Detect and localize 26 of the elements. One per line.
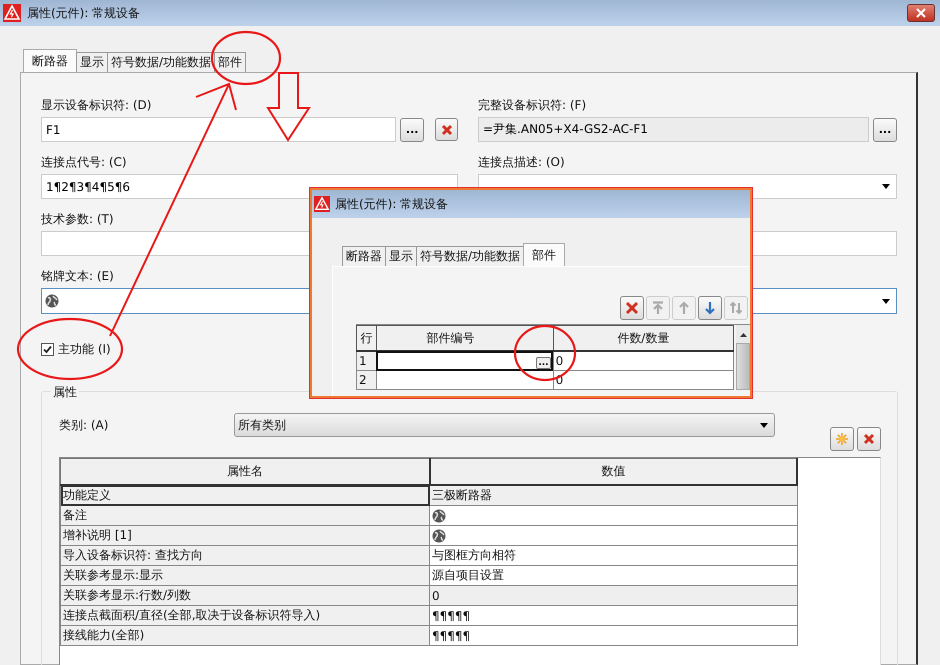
table-cell: 增补说明 [1] bbox=[60, 526, 430, 546]
table-cell: 关联参考显示:行数/列数 bbox=[60, 586, 430, 606]
table-cell: 源自项目设置 bbox=[430, 566, 797, 586]
field-label: 技术参数: (T) bbox=[41, 211, 115, 225]
table-cell: 功能定义 bbox=[60, 485, 430, 506]
table-cell: 接线能力(全部) bbox=[60, 626, 430, 646]
field-label: 连接点描述: (O) bbox=[478, 154, 566, 168]
table-cell: 关联参考显示:显示 bbox=[60, 566, 430, 586]
table-cell: 备注 bbox=[60, 506, 430, 526]
table-cell: 0 bbox=[430, 586, 797, 606]
table-cell: 0 bbox=[553, 351, 734, 370]
table-cell: 与图框方向相符 bbox=[430, 546, 797, 566]
field-label: 显示设备标识符: (D) bbox=[41, 97, 152, 111]
field-label: 连接点代号: (C) bbox=[41, 154, 128, 168]
row-number: 2 bbox=[356, 370, 376, 390]
table-cell: 连接点截面积/直径(全部,取决于设备标识符导入) bbox=[60, 606, 430, 626]
window-title: 属性(元件): 常规设备 bbox=[27, 4, 140, 22]
row-number: 1 bbox=[356, 351, 376, 370]
table-cell: ¶¶¶¶¶ bbox=[430, 626, 797, 646]
field-label: 铭牌文本: (E) bbox=[41, 268, 115, 282]
category-label: 类别: (A) bbox=[59, 416, 110, 434]
table-cell: ¶¶¶¶¶ bbox=[430, 606, 797, 626]
table-cell: 三极断路器 bbox=[430, 485, 797, 506]
table-cell: 导入设备标识符: 查找方向 bbox=[60, 546, 430, 566]
group-title: 属性 bbox=[51, 384, 79, 401]
field-label: 完整设备标识符: (F) bbox=[478, 97, 588, 111]
